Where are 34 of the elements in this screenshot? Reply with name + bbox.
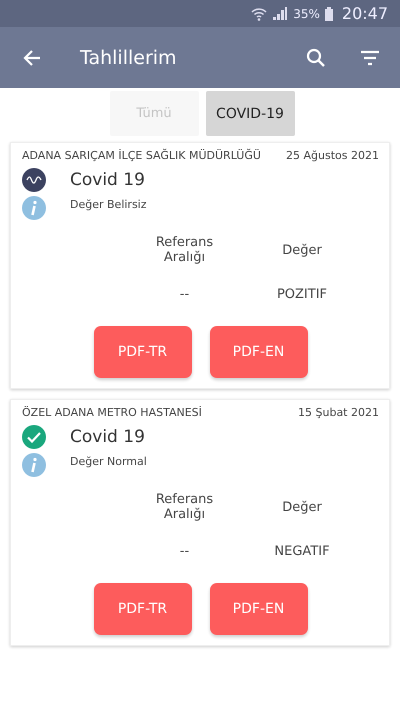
check-icon (22, 425, 46, 449)
reference-range: -- (178, 544, 190, 558)
institution-name: ÖZEL ADANA METRO HASTANESİ (22, 406, 202, 419)
pdf-button[interactable]: PDF-TR (94, 326, 192, 378)
column-header: Referans Aralığı (154, 235, 214, 265)
result-value: NEGATIF (273, 544, 331, 558)
pdf-button[interactable]: PDF-EN (210, 583, 308, 635)
wifi-icon (251, 6, 268, 22)
test-name: Covid 19 (70, 170, 145, 190)
filter-tab[interactable]: COVID-19 (206, 91, 294, 136)
result-date: 25 Ağustos 2021 (286, 149, 379, 162)
pdf-button[interactable]: PDF-EN (210, 326, 308, 378)
info-icon (22, 196, 46, 220)
battery-percent: 35% (293, 6, 320, 20)
wave-icon (22, 168, 46, 192)
test-name: Covid 19 (70, 427, 145, 447)
institution-name: ADANA SARIÇAM İLÇE SAĞLIK MÜDÜRLÜĞÜ (22, 149, 261, 162)
clock: 20:47 (342, 4, 388, 23)
search-icon[interactable] (306, 48, 326, 68)
battery-icon (324, 6, 333, 20)
result-value: POZITIF (276, 286, 328, 302)
pdf-button[interactable]: PDF-TR (94, 583, 192, 635)
column-header: Değer (281, 242, 323, 258)
signal-icon (272, 6, 288, 20)
reference-range: -- (178, 286, 190, 302)
filter-icon[interactable] (360, 50, 380, 66)
result-date: 15 Şubat 2021 (298, 406, 379, 419)
result-note: Değer Belirsiz (70, 198, 147, 211)
result-note: Değer Normal (70, 455, 147, 468)
back-arrow-icon[interactable] (22, 48, 42, 68)
column-header: Referans Aralığı (154, 492, 214, 522)
column-header: Değer (281, 500, 323, 514)
screen-title: Tahlillerim (80, 46, 178, 68)
info-icon (22, 453, 46, 477)
